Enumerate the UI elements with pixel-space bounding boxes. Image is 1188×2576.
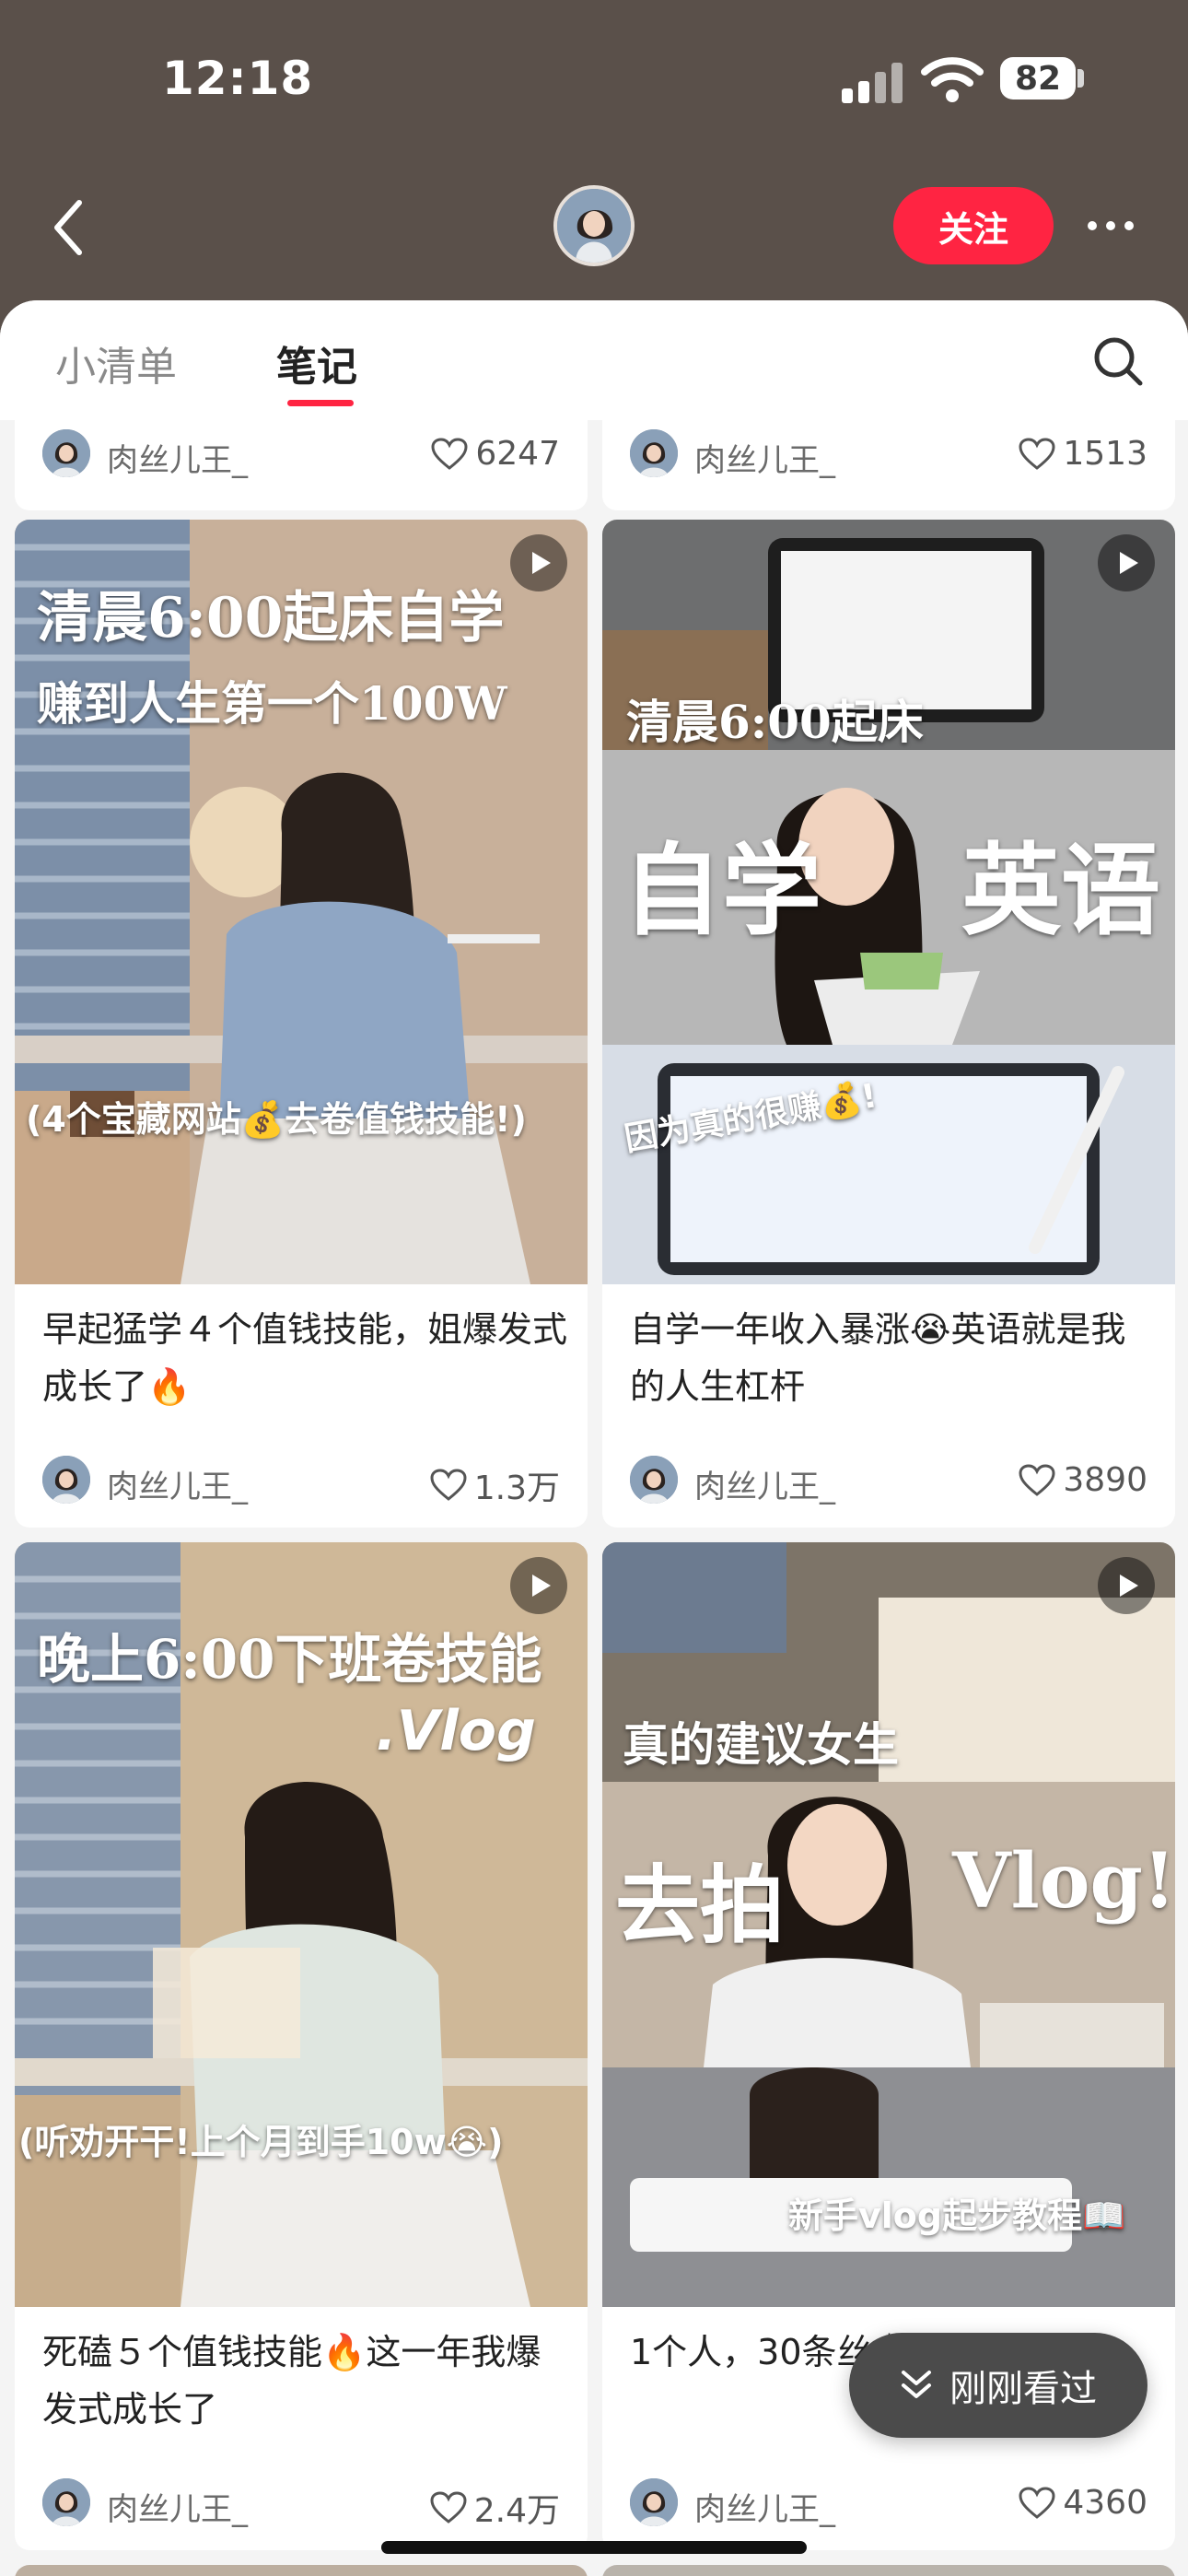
- note-card[interactable]: 清晨6:00起床自学 赚到人生第一个100W (4个宝藏网站💰去卷值钱技能!) …: [15, 520, 588, 1528]
- cellular-signal-icon: [842, 63, 903, 103]
- cover-headline: 晚上6:00下班卷技能: [37, 1628, 542, 1691]
- video-play-icon: [1098, 1557, 1155, 1614]
- cover-headline: 清晨6:00起床自学: [37, 586, 505, 650]
- heart-icon: [431, 437, 468, 470]
- heart-icon: [430, 1469, 467, 1501]
- video-play-icon: [510, 534, 567, 591]
- cover-headline: 真的建议女生: [623, 1717, 899, 1772]
- card-meta: 肉丝儿王_ 6247: [42, 427, 560, 479]
- heart-icon: [1019, 1463, 1055, 1496]
- like-count: 1.3万: [473, 1469, 560, 1507]
- card-meta: 肉丝儿王_ 4360: [630, 2476, 1147, 2528]
- cover-subheadline: 赚到人生第一个100W: [37, 676, 507, 731]
- cover-caption: 新手vlog起步教程📖: [788, 2195, 1126, 2236]
- search-icon[interactable]: [1090, 334, 1146, 389]
- author-avatar: [630, 429, 678, 477]
- author-avatar: [42, 2478, 90, 2526]
- note-card[interactable]: [602, 2565, 1175, 2576]
- author-avatar: [630, 1456, 678, 1504]
- wifi-icon: [921, 57, 984, 102]
- video-play-icon: [1098, 534, 1155, 591]
- battery-level: 82: [1000, 57, 1076, 100]
- note-title[interactable]: 死磕５个值钱技能🔥这一年我爆发式成长了: [42, 2324, 567, 2438]
- like-count: 4360: [1063, 2484, 1147, 2522]
- like-button[interactable]: 3890: [1019, 1461, 1147, 1499]
- author-name[interactable]: 肉丝儿王_: [694, 2484, 835, 2529]
- note-card[interactable]: 肉丝儿王_ 1513: [602, 420, 1175, 510]
- video-cover: 清晨6:00起床自学 赚到人生第一个100W (4个宝藏网站💰去卷值钱技能!): [15, 520, 588, 1284]
- like-count: 3890: [1063, 1461, 1147, 1499]
- author-avatar: [42, 1456, 90, 1504]
- video-play-icon: [510, 1557, 567, 1614]
- author-avatar: [630, 2478, 678, 2526]
- like-button[interactable]: 1513: [1019, 435, 1147, 473]
- tab-notes[interactable]: 笔记: [276, 334, 357, 392]
- like-count: 2.4万: [473, 2492, 560, 2530]
- cover-title-right: 英语: [961, 833, 1161, 949]
- card-meta: 肉丝儿王_ 1513: [630, 427, 1147, 479]
- author-name[interactable]: 肉丝儿王_: [107, 1461, 248, 1506]
- like-button[interactable]: 1.3万: [430, 1461, 560, 1509]
- recently-viewed-button[interactable]: 刚刚看过: [849, 2333, 1147, 2438]
- author-name[interactable]: 肉丝儿王_: [107, 2484, 248, 2529]
- author-name[interactable]: 肉丝儿王_: [107, 435, 248, 480]
- note-title[interactable]: 自学一年收入暴涨😭英语就是我的人生杠杆: [630, 1301, 1155, 1415]
- like-count: 1513: [1063, 435, 1147, 473]
- cover-caption: (4个宝藏网站💰去卷值钱技能!): [26, 1099, 527, 1140]
- heart-icon: [1019, 437, 1055, 470]
- more-options-icon[interactable]: [1074, 193, 1147, 258]
- note-card[interactable]: [15, 2565, 588, 2576]
- like-button[interactable]: 6247: [431, 435, 560, 473]
- back-arrow-icon[interactable]: [46, 195, 92, 260]
- video-cover: 清晨6:00起床 自学 英语 因为真的很赚💰!: [602, 520, 1175, 1284]
- heart-icon: [430, 2491, 467, 2523]
- double-chevron-down-icon: [902, 2371, 931, 2398]
- status-time: 12:18: [162, 52, 314, 105]
- card-meta: 肉丝儿王_ 2.4万: [42, 2476, 560, 2530]
- cover-headline: 清晨6:00起床: [626, 695, 924, 749]
- like-button[interactable]: 2.4万: [430, 2484, 560, 2532]
- note-card[interactable]: 肉丝儿王_ 6247: [15, 420, 588, 510]
- author-avatar: [42, 429, 90, 477]
- like-button[interactable]: 4360: [1019, 2484, 1147, 2522]
- note-card[interactable]: 清晨6:00起床 自学 英语 因为真的很赚💰! 自学一年收入暴涨😭英语就是我的人…: [602, 520, 1175, 1528]
- video-cover: 真的建议女生 去拍 Vlog! 新手vlog起步教程📖: [602, 1542, 1175, 2307]
- cover-title-left: 去拍: [615, 1856, 786, 1955]
- notes-panel: 小清单 笔记 肉丝儿王_ 6247 肉丝儿王_ 1513 清晨6:00起床自学 …: [0, 300, 1188, 2576]
- home-indicator[interactable]: [381, 2541, 807, 2554]
- tab-bar: 小清单 笔记: [0, 300, 1188, 420]
- video-cover: 晚上6:00下班卷技能 .Vlog (听劝开干!上个月到手10w😭): [15, 1542, 588, 2307]
- card-meta: 肉丝儿王_ 1.3万: [42, 1454, 560, 1507]
- tab-list[interactable]: 小清单: [55, 334, 177, 392]
- active-tab-indicator: [287, 400, 354, 406]
- cover-vlog-tag: .Vlog: [376, 1699, 536, 1763]
- recently-viewed-label: 刚刚看过: [949, 2368, 1097, 2410]
- note-card[interactable]: 晚上6:00下班卷技能 .Vlog (听劝开干!上个月到手10w😭) 死磕５个值…: [15, 1542, 588, 2550]
- profile-header: 12:18 82 关注: [0, 0, 1188, 350]
- avatar[interactable]: [553, 185, 635, 266]
- follow-button[interactable]: 关注: [893, 187, 1054, 264]
- card-meta: 肉丝儿王_ 3890: [630, 1454, 1147, 1505]
- cover-title-right: Vlog!: [952, 1837, 1175, 1926]
- cover-caption: (听劝开干!上个月到手10w😭): [18, 2122, 504, 2162]
- note-title[interactable]: 早起猛学４个值钱技能，姐爆发式成长了🔥: [42, 1301, 567, 1415]
- author-name[interactable]: 肉丝儿王_: [694, 435, 835, 480]
- heart-icon: [1019, 2486, 1055, 2519]
- battery-icon: [1077, 69, 1084, 88]
- like-count: 6247: [475, 435, 560, 473]
- cover-title-left: 自学: [623, 833, 822, 949]
- author-name[interactable]: 肉丝儿王_: [694, 1461, 835, 1506]
